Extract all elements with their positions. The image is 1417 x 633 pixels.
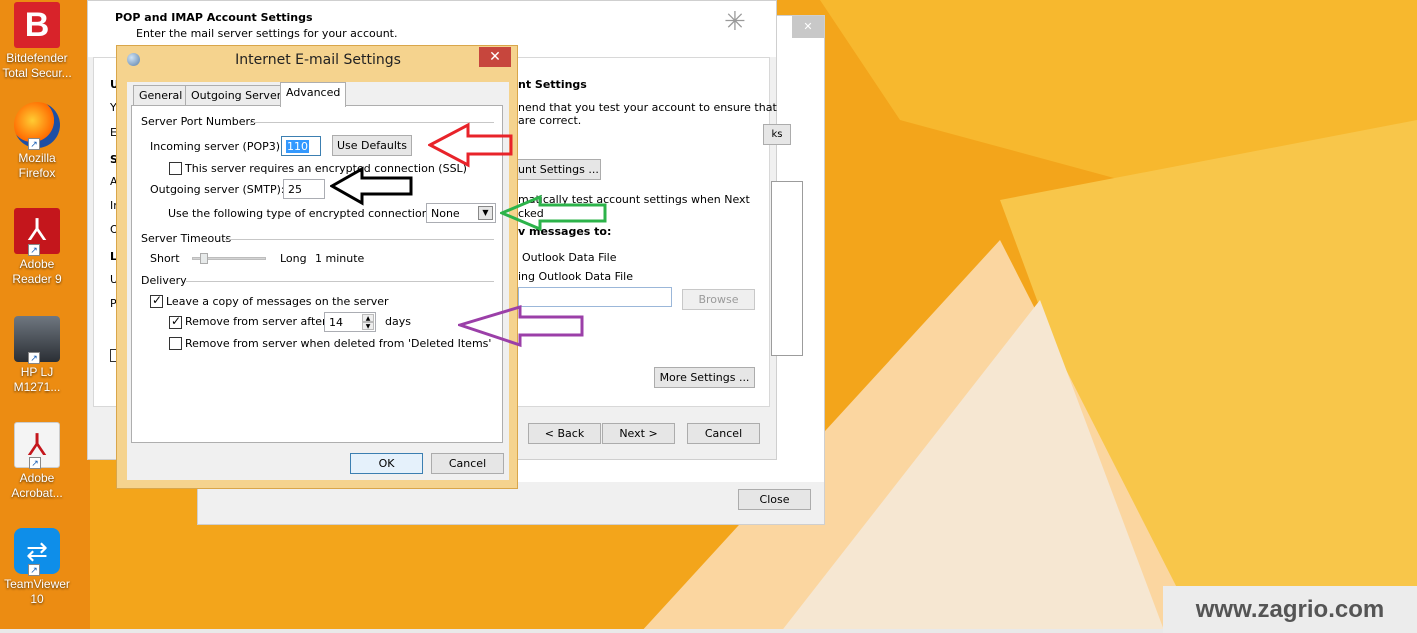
wizard-subtitle: Enter the mail server settings for your … [136, 27, 398, 40]
test-settings-heading: nt Settings [518, 78, 587, 91]
encryption-type-select[interactable]: None ▼ [426, 203, 496, 223]
leave-copy-checkbox[interactable]: ✓ [150, 293, 163, 308]
back-button[interactable]: < Back [528, 423, 601, 444]
wizard-partial-tab[interactable]: ks [763, 124, 791, 145]
remove-after-label: Remove from server after [185, 315, 327, 328]
server-port-numbers-heading: Server Port Numbers [141, 115, 256, 128]
timeout-value: 1 minute [315, 252, 365, 265]
teamviewer-icon: ⇄ ↗ [14, 528, 60, 576]
encryption-type-label: Use the following type of encrypted conn… [168, 207, 433, 220]
desktop-icon-label: HP LJ [20, 365, 54, 379]
desktop-icon-label: 10 [30, 592, 44, 606]
desktop-icon-label: Acrobat... [11, 486, 63, 500]
remove-after-checkbox[interactable]: ✓ [169, 314, 182, 329]
server-timeout-slider[interactable] [192, 253, 266, 264]
chevron-down-icon[interactable]: ▼ [478, 206, 493, 220]
outgoing-server-label: Outgoing server (SMTP): [150, 183, 285, 196]
wizard-cancel-button[interactable]: Cancel [687, 423, 760, 444]
more-settings-button[interactable]: More Settings ... [654, 367, 755, 388]
chevron-up-icon[interactable]: ▲ [362, 314, 374, 322]
test-settings-text: are correct. [518, 114, 582, 127]
server-timeouts-heading: Server Timeouts [141, 232, 232, 245]
dialog-title: Internet E-mail Settings [235, 52, 401, 68]
close-icon[interactable]: ✕ [792, 16, 824, 38]
incoming-port-value: 110 [286, 140, 309, 153]
incoming-server-port-input[interactable]: 110 [281, 136, 321, 156]
scanner-icon: ↗ [14, 316, 60, 364]
remove-deleted-label: Remove from server when deleted from 'De… [185, 337, 492, 350]
next-button[interactable]: Next > [602, 423, 675, 444]
close-button[interactable]: Close [738, 489, 811, 510]
timeout-short-label: Short [150, 252, 180, 265]
desktop-icon-label: Firefox [18, 166, 56, 180]
timeout-long-label: Long [280, 252, 307, 265]
adobe-acrobat-icon: ⅄ ↗ [14, 422, 60, 469]
wizard-cursor-icon: ✳ [724, 7, 746, 37]
new-data-file-option[interactable]: Outlook Data File [522, 251, 617, 264]
adobe-reader-icon: ⅄ ↗ [14, 208, 60, 256]
ssl-incoming-checkbox[interactable] [169, 162, 182, 175]
wizard-title: POP and IMAP Account Settings [115, 11, 313, 24]
desktop-icon-label: Total Secur... [2, 66, 72, 80]
close-icon: ✕ [489, 49, 501, 65]
desktop-icon-bitdefender[interactable]: B Bitdefender Total Secur... [0, 2, 74, 81]
tab-general[interactable]: General [133, 85, 189, 106]
desktop-icon-label: Bitdefender [6, 51, 68, 65]
browse-button[interactable]: Browse [682, 289, 755, 310]
remove-deleted-checkbox[interactable] [169, 337, 182, 350]
black-annotation-arrow [330, 166, 413, 206]
check-icon: ✓ [152, 293, 163, 307]
dialog-cancel-button[interactable]: Cancel [431, 453, 504, 474]
slider-thumb[interactable] [200, 253, 208, 264]
delivery-heading: Delivery [141, 274, 187, 287]
group-divider [225, 239, 494, 240]
tab-outgoing-server[interactable]: Outgoing Server [185, 85, 288, 106]
encryption-type-value: None [431, 207, 460, 220]
green-annotation-arrow [500, 194, 607, 232]
purple-annotation-arrow [458, 304, 584, 348]
ok-button[interactable]: OK [350, 453, 423, 474]
check-icon: ✓ [171, 314, 182, 328]
remove-after-days-stepper[interactable]: 14 ▲ ▼ [324, 312, 376, 332]
desktop-icon-hp-scanner[interactable]: ↗ HP LJ M1271... [0, 316, 74, 395]
leave-copy-label: Leave a copy of messages on the server [166, 295, 389, 308]
desktop-icon-teamviewer[interactable]: ⇄ ↗ TeamViewer 10 [0, 528, 74, 607]
wizard-right-panel [771, 181, 803, 356]
desktop-icon-adobe-acrobat[interactable]: ⅄ ↗ Adobe Acrobat... [0, 422, 74, 501]
desktop-icon-label: TeamViewer [4, 577, 70, 591]
internet-email-settings-dialog: Internet E-mail Settings ✕ General Outgo… [116, 45, 518, 489]
desktop-icon-label: M1271... [13, 380, 61, 394]
ssl-incoming-label: This server requires an encrypted connec… [185, 162, 467, 175]
dialog-close-button[interactable]: ✕ [479, 47, 511, 67]
watermark: www.zagrio.com [1163, 586, 1417, 633]
taskbar-edge [0, 629, 1163, 633]
desktop-icon-label: Reader 9 [12, 272, 62, 286]
test-settings-text: nend that you test your account to ensur… [518, 101, 777, 114]
bitdefender-icon: B [14, 2, 60, 48]
desktop-icon-adobe-reader[interactable]: ⅄ ↗ Adobe Reader 9 [0, 208, 74, 287]
outgoing-server-port-input[interactable]: 25 [283, 179, 325, 199]
test-account-settings-button[interactable]: unt Settings ... [513, 159, 601, 180]
desktop-icon-label: Adobe [19, 471, 55, 485]
desktop-icon-firefox[interactable]: ↗ Mozilla Firefox [0, 102, 74, 181]
desktop-icon-label: Mozilla [18, 151, 56, 165]
days-label: days [385, 315, 411, 328]
tab-advanced[interactable]: Advanced [280, 82, 347, 107]
remove-after-days-value: 14 [329, 316, 343, 329]
desktop-icon-label: Adobe [19, 257, 55, 271]
chevron-down-icon[interactable]: ▼ [362, 322, 374, 330]
firefox-icon: ↗ [14, 102, 60, 150]
existing-data-file-option[interactable]: ing Outlook Data File [518, 270, 633, 283]
group-divider [186, 281, 494, 282]
incoming-server-label: Incoming server (POP3): [150, 140, 284, 153]
red-annotation-arrow [428, 122, 513, 168]
use-defaults-button[interactable]: Use Defaults [332, 135, 412, 156]
